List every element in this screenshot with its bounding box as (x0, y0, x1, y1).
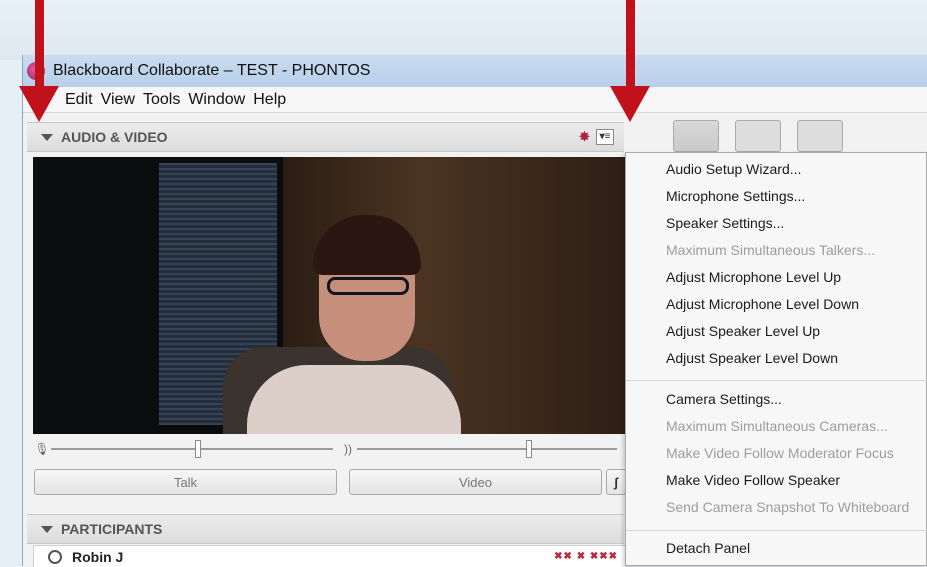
menu-separator (626, 530, 927, 531)
page-background (0, 0, 927, 60)
web-tour-tile-icon[interactable] (797, 120, 843, 152)
menu-item-max-simultaneous-talkers: Maximum Simultaneous Talkers... (666, 242, 876, 258)
menu-tools[interactable]: Tools (143, 91, 180, 109)
participants-title: PARTICIPANTS (61, 521, 163, 537)
menu-item-speaker-level-up[interactable]: Adjust Speaker Level Up (666, 323, 820, 339)
menu-item-speaker-level-down[interactable]: Adjust Speaker Level Down (666, 350, 838, 366)
menu-item-send-camera-snapshot: Send Camera Snapshot To Whiteboard (666, 499, 910, 515)
speaker-level-slider[interactable] (357, 440, 617, 458)
audio-video-tools: ✸ ▾≡ (579, 129, 614, 145)
left-arrow-head-icon (19, 86, 59, 122)
video-person-glasses (327, 277, 409, 295)
audio-video-options-menu: Audio Setup Wizard... Microphone Setting… (625, 152, 927, 566)
microphone-slider-thumb[interactable] (194, 440, 201, 458)
menu-item-video-follow-moderator: Make Video Follow Moderator Focus (666, 445, 894, 461)
menu-item-audio-setup-wizard[interactable]: Audio Setup Wizard... (666, 161, 801, 177)
title-bar: Blackboard Collaborate – TEST - PHONTOS (23, 55, 927, 87)
audio-video-title: AUDIO & VIDEO (61, 129, 168, 145)
left-arrow-shaft (35, 0, 44, 88)
window-title: Blackboard Collaborate – TEST - PHONTOS (53, 62, 371, 79)
menu-separator (626, 380, 927, 381)
participant-permission-icons: ✖✖ ✖ ✖✖✖ (554, 551, 618, 562)
whiteboard-tile-icon[interactable] (673, 120, 719, 152)
menu-item-video-follow-speaker[interactable]: Make Video Follow Speaker (666, 472, 840, 488)
menu-bar: Edit View Tools Window Help (23, 87, 927, 113)
video-button[interactable]: Video (349, 469, 602, 495)
collapse-caret-icon[interactable] (41, 525, 53, 533)
participant-row[interactable]: Robin J ✖✖ ✖ ✖✖✖ (33, 545, 627, 567)
talk-button[interactable]: Talk (34, 469, 337, 495)
audio-video-panel-header[interactable]: AUDIO & VIDEO ✸ ▾≡ (27, 122, 624, 152)
panel-options-menu-button[interactable]: ▾≡ (596, 129, 614, 145)
menu-edit[interactable]: Edit (65, 91, 93, 109)
audio-level-sliders: 🎙 )) (33, 437, 625, 461)
video-extra-button[interactable]: ʃ (606, 469, 626, 495)
microphone-level-slider[interactable] (51, 440, 333, 458)
microphone-icon: 🎙 (34, 442, 50, 456)
menu-view[interactable]: View (101, 91, 135, 109)
audio-settings-spark-icon[interactable]: ✸ (579, 130, 593, 144)
menu-item-microphone-settings[interactable]: Microphone Settings... (666, 188, 805, 204)
speaker-icon: )) (344, 442, 352, 456)
content-mode-tiles (673, 120, 843, 152)
menu-item-max-simultaneous-cameras: Maximum Simultaneous Cameras... (666, 418, 888, 434)
video-person-shirt (247, 365, 461, 434)
app-share-tile-icon[interactable] (735, 120, 781, 152)
menu-item-camera-settings[interactable]: Camera Settings... (666, 391, 782, 407)
camera-video-feed (33, 157, 625, 434)
participants-panel-header[interactable]: PARTICIPANTS (27, 514, 624, 544)
participant-status-icon (48, 549, 62, 564)
speaker-slider-thumb[interactable] (525, 440, 532, 458)
menu-item-mic-level-down[interactable]: Adjust Microphone Level Down (666, 296, 859, 312)
menu-item-speaker-settings[interactable]: Speaker Settings... (666, 215, 784, 231)
menu-help[interactable]: Help (253, 91, 286, 109)
participant-name: Robin J (72, 548, 124, 565)
menu-item-mic-level-up[interactable]: Adjust Microphone Level Up (666, 269, 841, 285)
right-arrow-head-icon (610, 86, 650, 122)
menu-item-detach-panel[interactable]: Detach Panel (666, 540, 750, 556)
menu-window[interactable]: Window (188, 91, 245, 109)
right-arrow-shaft (626, 0, 635, 88)
collapse-caret-icon[interactable] (41, 133, 53, 141)
